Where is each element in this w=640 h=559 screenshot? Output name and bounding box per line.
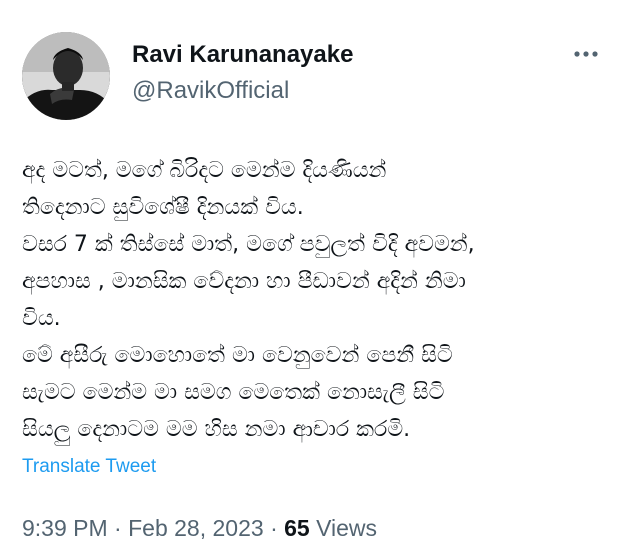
translate-tweet-link[interactable]: Translate Tweet [22, 454, 156, 480]
tweet-text-line: සැමට මෙන්ම මා සමග මෙතෙක් නොසැලී සිටි [22, 380, 445, 405]
tweet-time[interactable]: 9:39 PM [22, 515, 108, 541]
tweet-text-line: සියලු දෙනාටම මම හිස නමා ආචාර කරමි. [22, 417, 411, 442]
tweet-meta: 9:39 PM · Feb 28, 2023 · 65 Views [22, 513, 377, 543]
profile-photo-icon [22, 32, 110, 120]
tweet-text-line: මේ අසීරු මොහොතේ මා වෙනුවෙන් පෙනී සිටි [22, 343, 453, 368]
tweet-text: අද මටත්, මගේ බිරිදට මෙන්ම දියණියන් තිදෙන… [22, 152, 612, 448]
avatar[interactable] [22, 32, 110, 120]
author-handle[interactable]: @RavikOfficial [132, 76, 289, 106]
author-display-name[interactable]: Ravi Karunanayake [132, 40, 353, 70]
views-count[interactable]: 65 [284, 515, 310, 541]
meta-separator: · [270, 515, 278, 541]
more-horizontal-icon [574, 51, 598, 57]
meta-separator: · [114, 515, 122, 541]
tweet-card: Ravi Karunanayake @RavikOfficial අද මටත්… [0, 0, 640, 559]
tweet-text-line: වසර 7 ක් තිස්සේ මාත්, මගේ පවුලත් විදි අව… [22, 232, 475, 257]
tweet-text-line: අපහාස , මානසික වේදනා හා පීඩාවන් අදින් නි… [22, 269, 466, 294]
views-label: Views [316, 515, 378, 541]
more-options-button[interactable] [566, 38, 606, 70]
tweet-text-line: විය. [22, 306, 61, 331]
tweet-date[interactable]: Feb 28, 2023 [128, 515, 264, 541]
tweet-text-line: තිදෙනාට සුවිශේෂී දිනයක් විය. [22, 195, 304, 220]
tweet-text-line: අද මටත්, මගේ බිරිදට මෙන්ම දියණියන් [22, 158, 387, 183]
